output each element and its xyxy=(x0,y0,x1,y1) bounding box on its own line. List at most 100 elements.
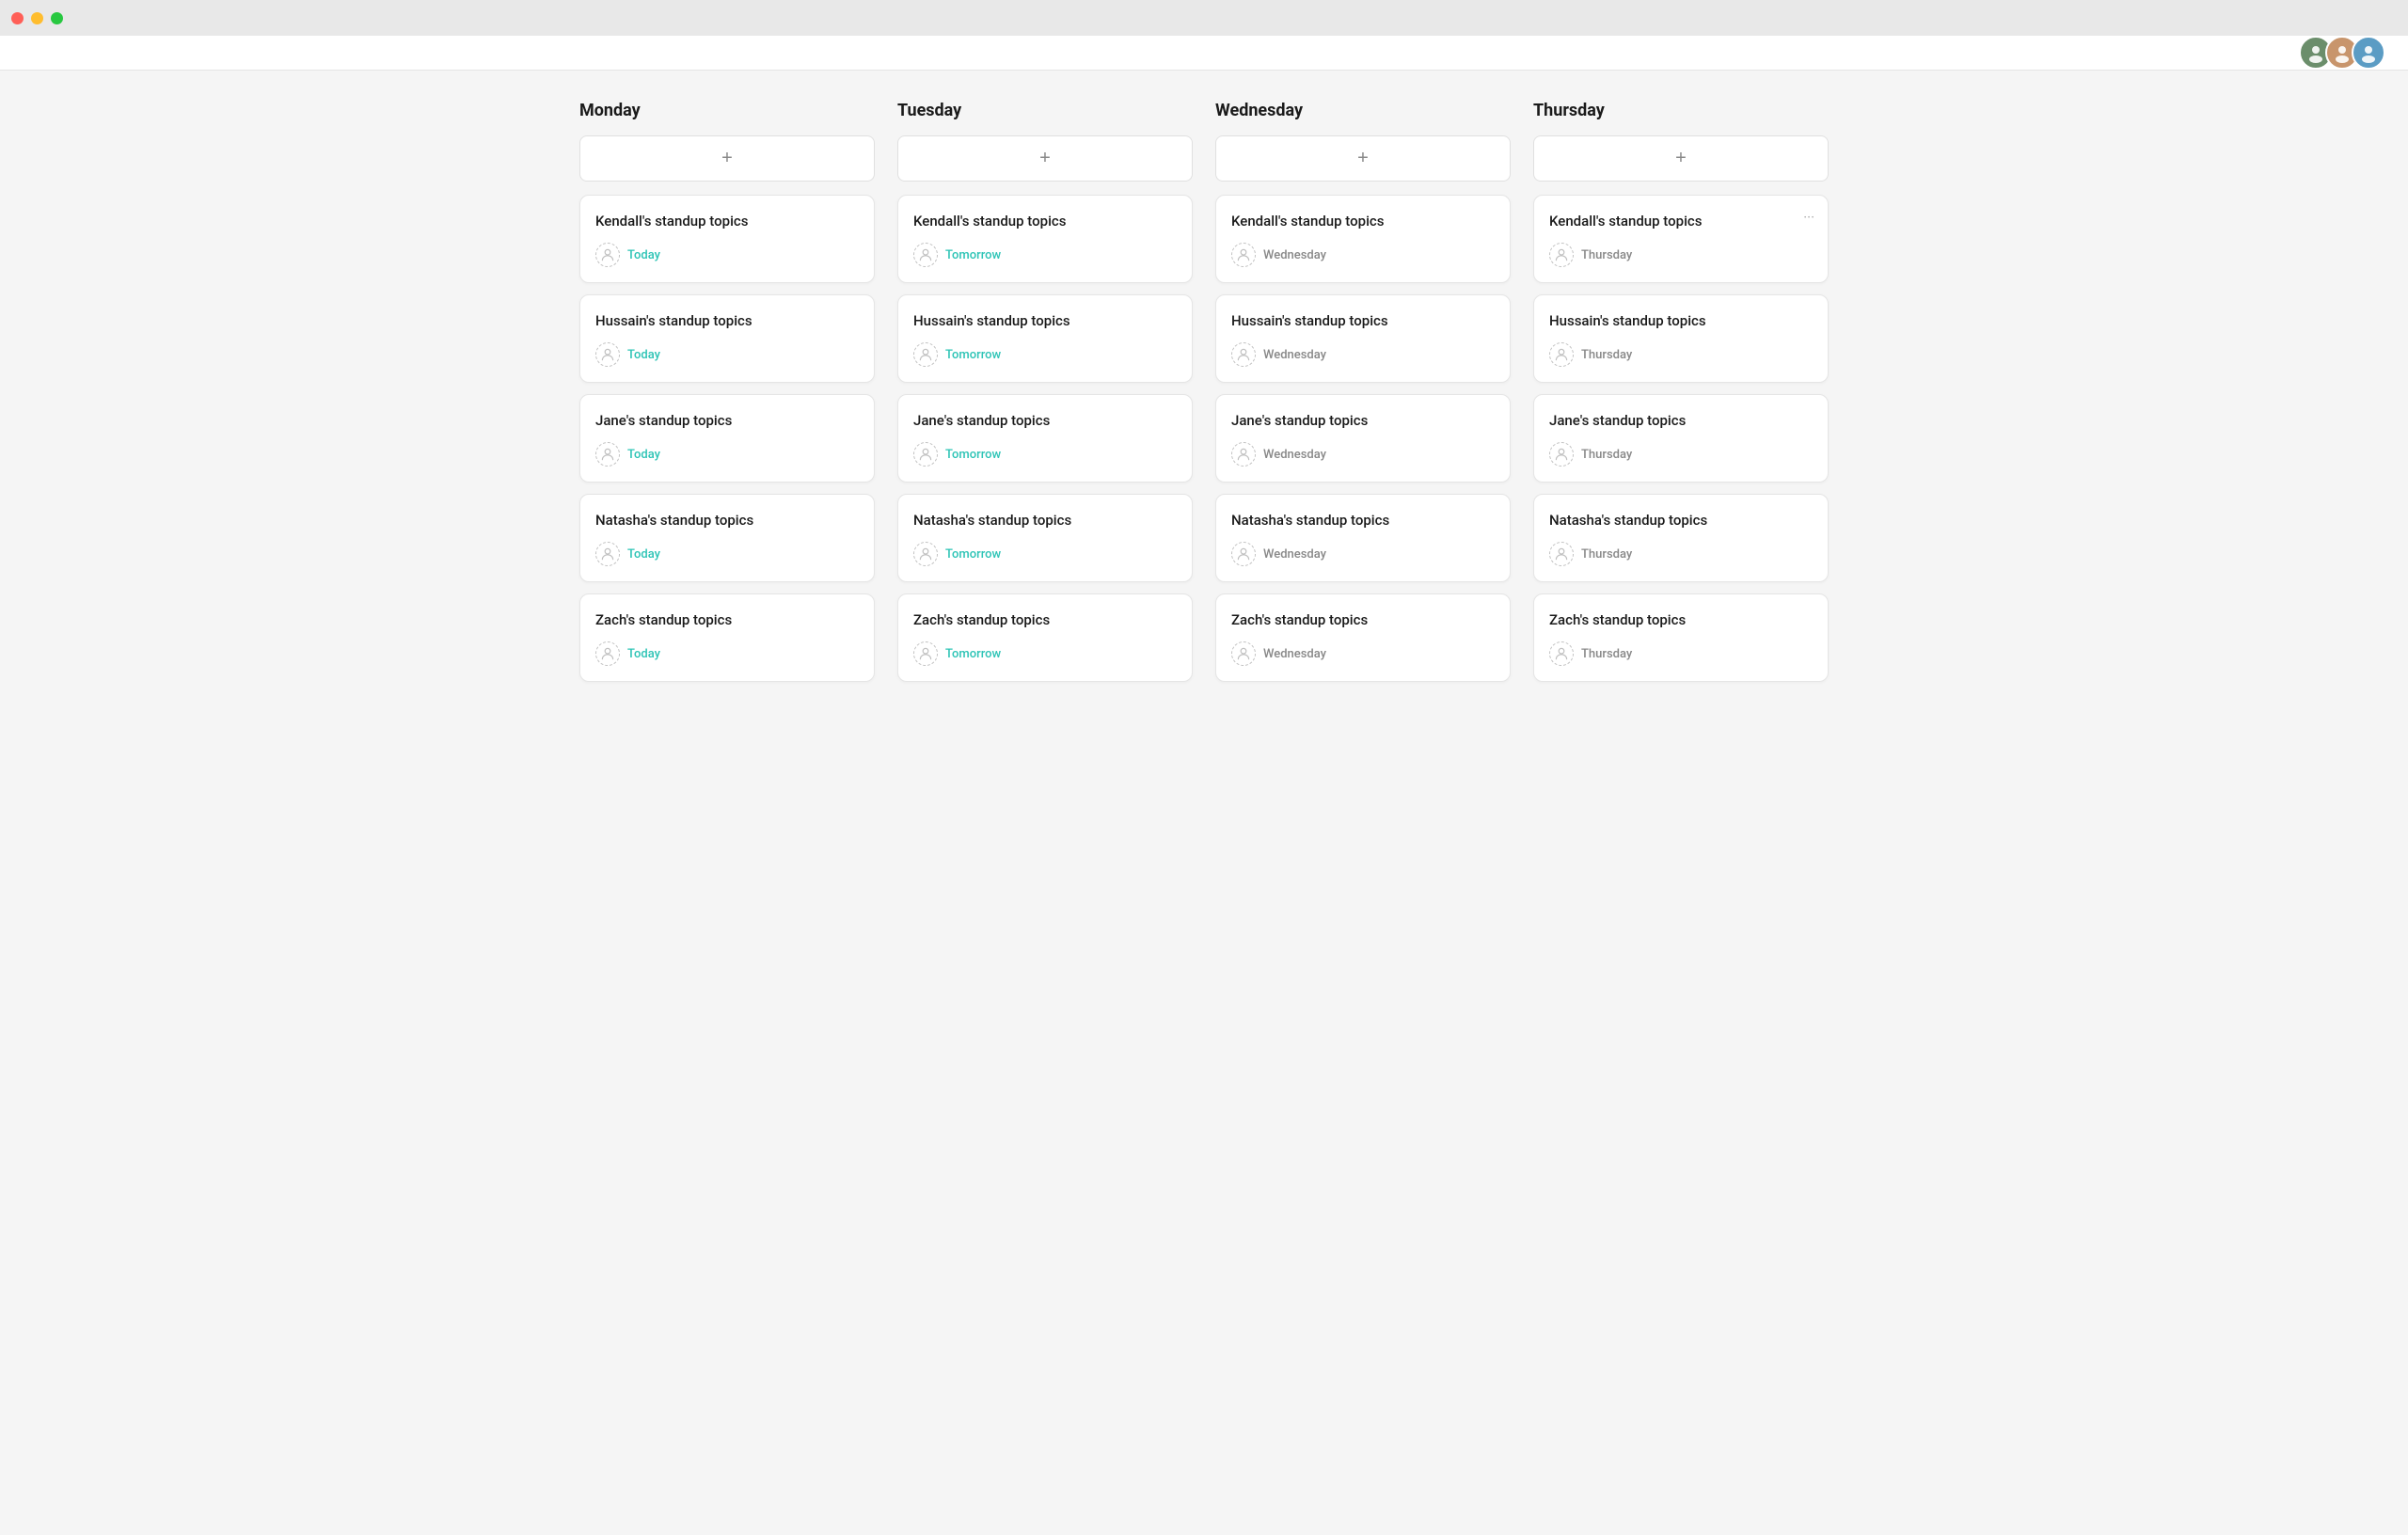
person-icon xyxy=(913,641,938,666)
card[interactable]: Zach's standup topics Today xyxy=(579,593,875,682)
app-window: Monday+Kendall's standup topics TodayHus… xyxy=(0,36,2408,1535)
card[interactable]: Hussain's standup topics Wednesday xyxy=(1215,294,1511,383)
card-title: Hussain's standup topics xyxy=(1549,312,1813,329)
person-icon xyxy=(1231,342,1256,367)
person-icon xyxy=(913,243,938,267)
card-date: Tomorrow xyxy=(945,647,1001,661)
person-icon xyxy=(1549,243,1574,267)
card-title: Jane's standup topics xyxy=(913,412,1177,429)
person-icon xyxy=(1549,641,1574,666)
maximize-button[interactable] xyxy=(51,12,63,24)
title-bar xyxy=(0,0,2408,36)
avatar-user-3[interactable] xyxy=(2352,36,2385,70)
card-meta: Wednesday xyxy=(1231,243,1495,267)
card-meta: Tomorrow xyxy=(913,342,1177,367)
card[interactable]: Zach's standup topics Tomorrow xyxy=(897,593,1193,682)
card-title: Natasha's standup topics xyxy=(1231,512,1495,529)
card-meta: Today xyxy=(595,641,859,666)
person-icon xyxy=(1231,243,1256,267)
add-card-button-thursday[interactable]: + xyxy=(1533,135,1829,182)
person-icon xyxy=(913,342,938,367)
card[interactable]: Jane's standup topics Thursday xyxy=(1533,394,1829,483)
card[interactable]: Kendall's standup topics Wednesday xyxy=(1215,195,1511,283)
person-icon xyxy=(595,243,620,267)
card-meta: Wednesday xyxy=(1231,641,1495,666)
card[interactable]: Jane's standup topics Wednesday xyxy=(1215,394,1511,483)
card-date: Today xyxy=(627,348,660,362)
card-date: Wednesday xyxy=(1263,248,1326,262)
add-card-button-monday[interactable]: + xyxy=(579,135,875,182)
board: Monday+Kendall's standup topics TodayHus… xyxy=(546,71,1862,723)
card-date: Wednesday xyxy=(1263,348,1326,362)
card-meta: Today xyxy=(595,342,859,367)
card-date: Wednesday xyxy=(1263,448,1326,462)
card-title: Kendall's standup topics xyxy=(913,213,1177,229)
person-icon xyxy=(1231,542,1256,566)
card-title: Kendall's standup topics xyxy=(1549,213,1813,229)
add-card-button-tuesday[interactable]: + xyxy=(897,135,1193,182)
card-meta: Thursday xyxy=(1549,442,1813,467)
card-title: Jane's standup topics xyxy=(1549,412,1813,429)
card-meta: Today xyxy=(595,542,859,566)
card[interactable]: Natasha's standup topics Tomorrow xyxy=(897,494,1193,582)
card[interactable]: Jane's standup topics Tomorrow xyxy=(897,394,1193,483)
card[interactable]: Natasha's standup topics Wednesday xyxy=(1215,494,1511,582)
column-thursday: Thursday + ···Kendall's standup topics Thu… xyxy=(1522,101,1840,693)
card-date: Thursday xyxy=(1581,348,1632,362)
card-date: Today xyxy=(627,248,660,262)
header xyxy=(0,36,2408,71)
card-title: Natasha's standup topics xyxy=(595,512,859,529)
card-meta: Wednesday xyxy=(1231,342,1495,367)
card[interactable]: Natasha's standup topics Thursday xyxy=(1533,494,1829,582)
column-header-thursday: Thursday xyxy=(1533,101,1829,120)
card-menu-button[interactable]: ··· xyxy=(1803,209,1814,226)
card-title: Jane's standup topics xyxy=(595,412,859,429)
card-meta: Thursday xyxy=(1549,641,1813,666)
person-icon xyxy=(1549,542,1574,566)
card-title: Zach's standup topics xyxy=(1231,611,1495,628)
card-date: Thursday xyxy=(1581,248,1632,262)
card-meta: Thursday xyxy=(1549,243,1813,267)
column-tuesday: Tuesday+Kendall's standup topics Tomorro… xyxy=(886,101,1204,693)
card-meta: Tomorrow xyxy=(913,243,1177,267)
card-title: Jane's standup topics xyxy=(1231,412,1495,429)
person-icon xyxy=(913,542,938,566)
card[interactable]: Zach's standup topics Wednesday xyxy=(1215,593,1511,682)
card-date: Wednesday xyxy=(1263,647,1326,661)
card[interactable]: Natasha's standup topics Today xyxy=(579,494,875,582)
column-header-wednesday: Wednesday xyxy=(1215,101,1511,120)
card-date: Today xyxy=(627,647,660,661)
card[interactable]: Jane's standup topics Today xyxy=(579,394,875,483)
avatar-group xyxy=(2299,36,2385,70)
person-icon xyxy=(1231,641,1256,666)
card-meta: Today xyxy=(595,243,859,267)
card[interactable]: Kendall's standup topics Today xyxy=(579,195,875,283)
card-date: Tomorrow xyxy=(945,348,1001,362)
card-title: Natasha's standup topics xyxy=(913,512,1177,529)
card[interactable]: Hussain's standup topics Thursday xyxy=(1533,294,1829,383)
card-meta: Wednesday xyxy=(1231,542,1495,566)
close-button[interactable] xyxy=(11,12,24,24)
person-icon xyxy=(595,542,620,566)
card-meta: Today xyxy=(595,442,859,467)
person-icon xyxy=(1549,442,1574,467)
card-title: Zach's standup topics xyxy=(595,611,859,628)
card-date: Tomorrow xyxy=(945,248,1001,262)
card-title: Hussain's standup topics xyxy=(595,312,859,329)
card-title: Natasha's standup topics xyxy=(1549,512,1813,529)
card-date: Tomorrow xyxy=(945,448,1001,462)
card[interactable]: Hussain's standup topics Tomorrow xyxy=(897,294,1193,383)
card[interactable]: Zach's standup topics Thursday xyxy=(1533,593,1829,682)
card[interactable]: Hussain's standup topics Today xyxy=(579,294,875,383)
card-date: Today xyxy=(627,547,660,562)
card-date: Tomorrow xyxy=(945,547,1001,562)
person-icon xyxy=(595,641,620,666)
minimize-button[interactable] xyxy=(31,12,43,24)
column-wednesday: Wednesday + Kendall's standup topics Wedne… xyxy=(1204,101,1522,693)
add-card-button-wednesday[interactable]: + xyxy=(1215,135,1511,182)
card-title: Hussain's standup topics xyxy=(913,312,1177,329)
card-date: Thursday xyxy=(1581,647,1632,661)
card[interactable]: Kendall's standup topics Tomorrow xyxy=(897,195,1193,283)
card-meta: Wednesday xyxy=(1231,442,1495,467)
card[interactable]: ···Kendall's standup topics Thursday xyxy=(1533,195,1829,283)
